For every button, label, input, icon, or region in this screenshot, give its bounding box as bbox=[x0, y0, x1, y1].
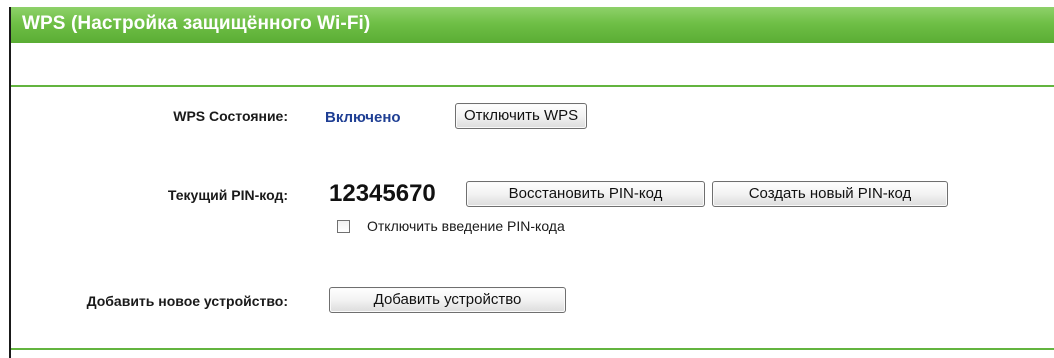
current-pin-value: 12345670 bbox=[329, 180, 436, 207]
top-divider bbox=[11, 85, 1054, 87]
page-title: WPS (Настройка защищённого Wi-Fi) bbox=[22, 13, 371, 34]
disable-wps-button[interactable]: Отключить WPS bbox=[455, 103, 588, 129]
add-device-label: Добавить новое устройство: bbox=[86, 293, 288, 309]
bottom-divider bbox=[11, 348, 1054, 350]
add-device-button[interactable]: Добавить устройство bbox=[329, 287, 566, 313]
wps-status-label: WPS Состояние: bbox=[173, 108, 288, 124]
current-pin-label: Текущий PIN-код: bbox=[167, 187, 288, 203]
wps-status-value: Включено bbox=[325, 109, 401, 126]
disable-pin-checkbox-label[interactable]: Отключить введение PIN-кода bbox=[367, 218, 565, 234]
panel-header: WPS (Настройка защищённого Wi-Fi) bbox=[11, 7, 1054, 43]
wps-settings-panel: WPS (Настройка защищённого Wi-Fi) WPS Со… bbox=[9, 7, 1054, 358]
generate-new-pin-button[interactable]: Создать новый PIN-код bbox=[712, 181, 948, 207]
restore-pin-button[interactable]: Восстановить PIN-код bbox=[466, 181, 705, 207]
disable-pin-checkbox[interactable] bbox=[337, 220, 350, 233]
